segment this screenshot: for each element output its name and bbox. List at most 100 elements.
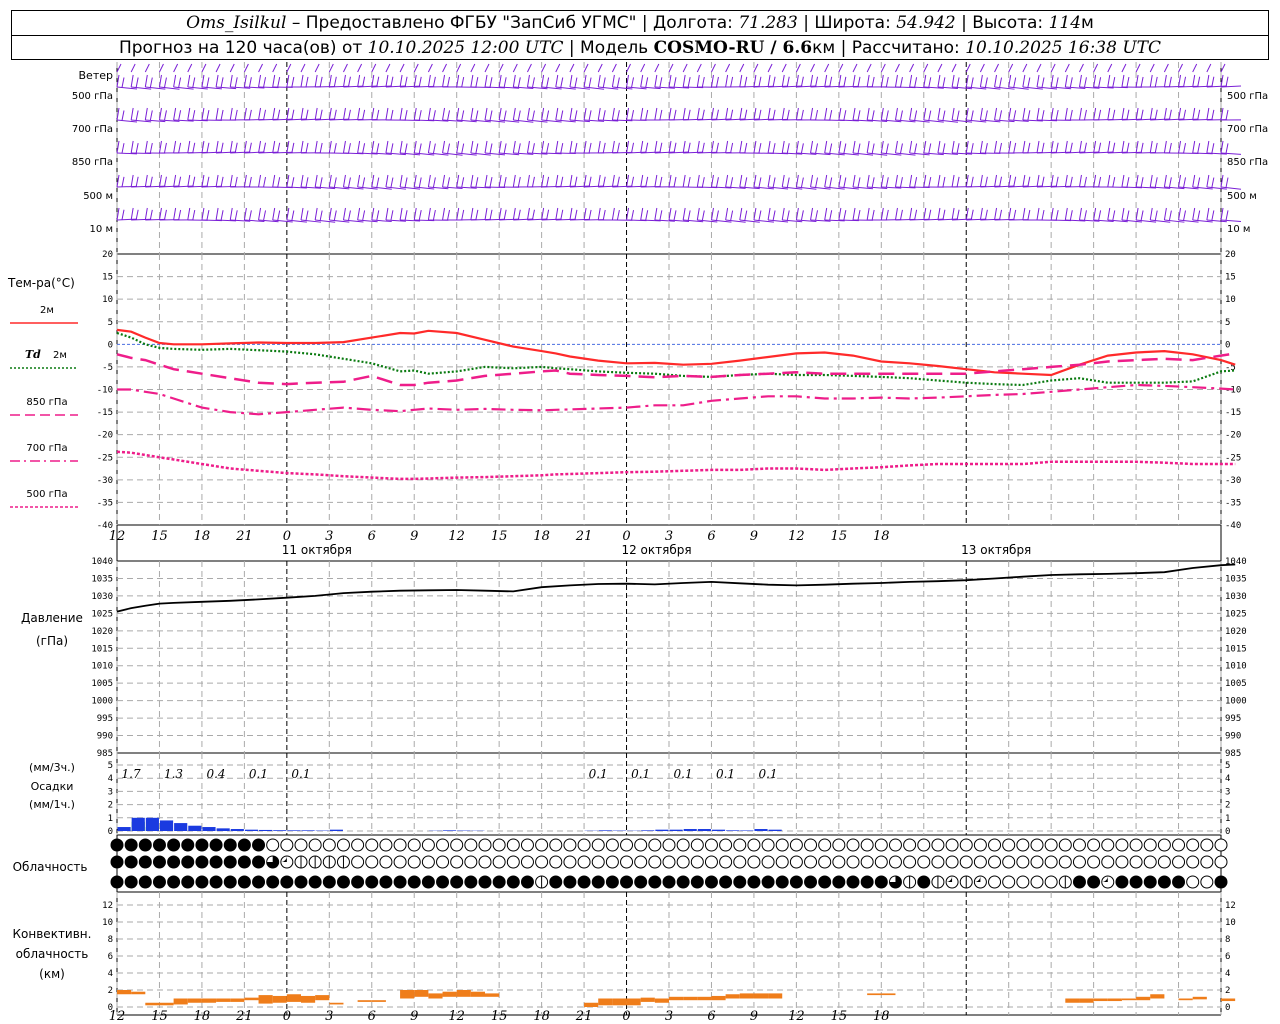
wind-barb-feather: [673, 176, 677, 188]
wind-barb-feather: [800, 177, 804, 188]
wind-barb-feather: [829, 76, 833, 87]
wind-barb-feather: [206, 77, 210, 88]
wind-barb-feather: [866, 207, 870, 221]
wind-barb-feather: [829, 210, 833, 221]
wind-barb-feather: [1107, 207, 1111, 221]
cloud-clear-icon: [577, 838, 591, 852]
wind-barb-feather: [1121, 74, 1125, 88]
wind-barb-feather: [654, 107, 658, 121]
temp-tick-right: 0: [1225, 340, 1230, 350]
wind-barb-feather: [730, 142, 734, 154]
wind-top-barb: [1163, 63, 1169, 73]
hour-tick-label: 15: [151, 1009, 168, 1024]
wind-barb-feather: [767, 74, 771, 88]
wind-barb-feather: [687, 210, 691, 221]
wind-barb-feather: [1192, 107, 1196, 121]
cloud-overcast-icon: [322, 875, 336, 889]
convective-cloud-bar: [201, 998, 217, 1003]
wind-barb-feather: [631, 210, 635, 221]
wind-barb-feather: [942, 176, 946, 188]
convective-cloud-bar: [753, 993, 769, 999]
wind-barb-feather: [696, 174, 700, 188]
wind-top-barb: [159, 63, 164, 73]
wind-barb-feather: [192, 209, 196, 221]
wind-barb-feather: [640, 74, 644, 88]
wind-barb-feather: [616, 77, 620, 88]
wind-barb-feather: [546, 110, 550, 121]
wind-barb-feather: [659, 142, 663, 153]
wind-barb-feather: [696, 207, 700, 221]
pressure-tick-left: 1010: [91, 662, 113, 672]
wind-barb-feather: [1098, 109, 1102, 120]
cloud-clear-icon: [464, 838, 478, 852]
wind-barb-feather: [1036, 107, 1040, 121]
cloud-clear-icon: [988, 855, 1002, 869]
cloud-overcast-icon: [450, 875, 464, 889]
wind-barb-feather: [376, 76, 380, 87]
wind-top-barb: [343, 63, 348, 73]
wind-top-barb: [201, 63, 207, 73]
wind-barb-feather: [871, 177, 875, 188]
wind-barb-feather: [121, 209, 125, 220]
hour-tick-label: 0: [283, 1009, 291, 1024]
wind-barb-feather: [569, 140, 573, 154]
wind-barb-feather: [333, 210, 337, 221]
conv-tick-left: 12: [102, 901, 113, 911]
wind-barb-feather: [206, 110, 210, 121]
hour-tick-label: 21: [235, 529, 253, 544]
wind-barb-feather: [560, 77, 564, 88]
wind-barb-feather: [390, 109, 394, 121]
cloud-clear-icon: [761, 838, 775, 852]
hour-tick-label: 12: [788, 1009, 805, 1024]
hour-tick-label: 3: [665, 1009, 673, 1024]
wind-barb-feather: [970, 77, 974, 88]
wind-barb-feather: [291, 142, 295, 153]
wind-barb-feather: [291, 76, 295, 88]
wind-barb-feather: [258, 174, 262, 188]
wind-top-barb: [527, 63, 532, 73]
cloud-clear-icon: [620, 838, 634, 852]
wind-top-barb: [597, 63, 603, 73]
temp-tick-left: 20: [102, 250, 113, 260]
precip-unit-1h: (мм/1ч.): [29, 798, 75, 811]
cloud-clear-icon: [1172, 855, 1186, 869]
wind-barb-feather: [314, 107, 318, 121]
wind-barb-feather: [447, 177, 451, 188]
wind-barb-feather: [914, 177, 918, 188]
cloud-clear-icon: [789, 855, 803, 869]
wind-barb-feather: [1168, 76, 1172, 87]
precip-bar: [216, 828, 230, 831]
temp-tick-left: 5: [108, 318, 113, 328]
pressure-tick-right: 990: [1225, 732, 1241, 742]
convective-cloud-bar: [173, 998, 188, 1005]
wind-barb-feather: [342, 207, 346, 221]
wind-barb-feather: [739, 140, 743, 154]
cloud-clear-icon: [436, 838, 450, 852]
wind-barb-feather: [263, 142, 267, 153]
cloud-clear-icon: [1002, 855, 1016, 869]
hour-tick-label: 18: [194, 529, 211, 544]
wind-barb-feather: [1112, 77, 1116, 88]
cloud-clear-icon: [450, 855, 464, 869]
wind-barb-feather: [376, 177, 380, 188]
cloud-clear-icon: [1214, 838, 1228, 852]
wind-barb-feather: [611, 74, 615, 88]
wind-barb-feather: [517, 176, 521, 188]
wind-barb-feather: [248, 109, 252, 120]
wind-barb-feather: [470, 74, 474, 88]
wind-barb-feather: [1069, 77, 1073, 88]
wind-barb-feather: [1055, 210, 1059, 221]
cloud-clear-icon: [1143, 838, 1157, 852]
cloud-overcast-icon: [1157, 875, 1171, 889]
convective-cloud-bar: [414, 990, 429, 997]
cloud-overcast-icon: [549, 875, 563, 889]
hour-tick-label: 0: [283, 529, 291, 544]
cloud-clear-icon: [478, 838, 492, 852]
wind-barb-feather: [631, 142, 635, 153]
wind-barb-feather: [815, 210, 819, 221]
wind-barb-feather: [484, 207, 488, 221]
conv-tick-right: 12: [1225, 901, 1236, 911]
convective-cloud-bar: [1121, 998, 1137, 1001]
wind-barb-feather: [229, 74, 233, 88]
cloud-clear-icon: [407, 838, 421, 852]
